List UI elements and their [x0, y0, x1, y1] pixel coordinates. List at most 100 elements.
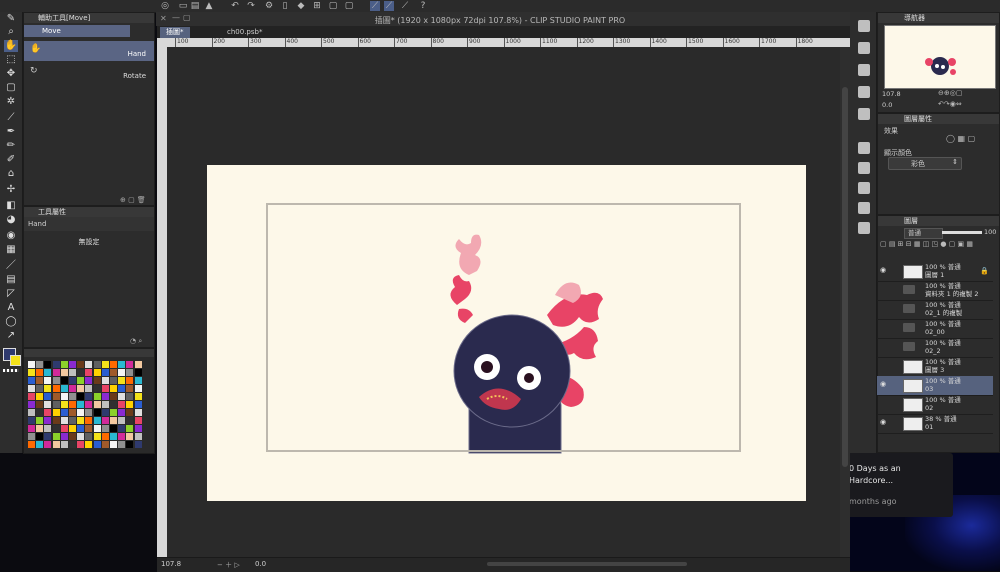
status-angle-value[interactable]: 0.0	[255, 560, 266, 568]
color-swatch[interactable]	[110, 425, 117, 432]
color-swatch[interactable]	[44, 377, 52, 384]
color-swatch[interactable]	[36, 401, 44, 408]
eye-icon[interactable]: ◉	[880, 267, 887, 274]
selection-tool-icon[interactable]: ▢	[4, 82, 18, 94]
color-swatch[interactable]	[110, 441, 117, 448]
color-swatch[interactable]	[60, 441, 68, 448]
color-swatch[interactable]	[52, 393, 60, 400]
color-swatch[interactable]	[134, 441, 142, 448]
clear-icon[interactable]: ▯	[280, 1, 290, 11]
color-swatch[interactable]	[77, 377, 85, 384]
navigator-preview[interactable]	[884, 25, 996, 89]
color-swatch[interactable]	[134, 425, 142, 432]
quick-access-dock-icon[interactable]	[858, 202, 870, 214]
color-swatch[interactable]	[44, 369, 52, 376]
color-swatch[interactable]	[44, 417, 52, 424]
eye-icon[interactable]	[880, 305, 887, 312]
color-swatch[interactable]	[110, 361, 117, 368]
color-swatch[interactable]	[101, 425, 109, 432]
color-swatch[interactable]	[93, 393, 101, 400]
opacity-value[interactable]: 100	[984, 228, 996, 236]
color-swatch[interactable]	[69, 361, 76, 368]
help-icon[interactable]: ?	[418, 1, 428, 11]
fill-icon[interactable]: ◆	[296, 1, 306, 11]
color-swatch[interactable]	[93, 441, 101, 448]
color-swatch[interactable]	[28, 441, 35, 448]
color-swatch[interactable]	[44, 401, 52, 408]
color-swatch[interactable]	[36, 433, 44, 440]
window-close-icon[interactable]: ✕	[160, 14, 167, 23]
layer-row[interactable]: 100 % 普通 圖層 3	[877, 357, 993, 377]
color-swatch[interactable]	[69, 369, 76, 376]
sub-color-swatch[interactable]	[10, 355, 21, 366]
color-swatch[interactable]	[85, 369, 93, 376]
color-swatch[interactable]	[110, 377, 117, 384]
color-swatch[interactable]	[101, 377, 109, 384]
eye-icon[interactable]	[880, 400, 887, 407]
color-swatch[interactable]	[101, 393, 109, 400]
color-swatch[interactable]	[52, 361, 60, 368]
color-swatch[interactable]	[69, 441, 76, 448]
auto-select-icon[interactable]: ✲	[4, 96, 18, 108]
color-swatch[interactable]	[118, 417, 126, 424]
color-swatch[interactable]	[36, 409, 44, 416]
figure-tool-icon[interactable]: ／	[4, 260, 18, 272]
color-swatch[interactable]	[69, 401, 76, 408]
color-swatch[interactable]	[36, 425, 44, 432]
color-swatch[interactable]	[134, 385, 142, 392]
eye-icon[interactable]	[880, 362, 887, 369]
color-swatch[interactable]	[93, 425, 101, 432]
color-swatch[interactable]	[126, 425, 134, 432]
hand-tool-icon[interactable]: ✋	[4, 40, 18, 52]
color-swatch-grid[interactable]	[28, 361, 144, 449]
color-swatch[interactable]	[44, 409, 52, 416]
color-swatch[interactable]	[93, 369, 101, 376]
color-swatch[interactable]	[85, 425, 93, 432]
color-swatch[interactable]	[110, 417, 117, 424]
balloon-tool-icon[interactable]: ◯	[4, 316, 18, 328]
color-swatch[interactable]	[36, 385, 44, 392]
layer-row[interactable]: 100 % 普通 資料夾 1 的複製 2	[877, 281, 993, 301]
color-swatch[interactable]	[93, 401, 101, 408]
color-swatch[interactable]	[69, 417, 76, 424]
color-swatch[interactable]	[44, 393, 52, 400]
selection-icon[interactable]: ▢	[328, 1, 338, 11]
eraser-tool-icon[interactable]: ◧	[4, 200, 18, 212]
color-swatch[interactable]	[134, 377, 142, 384]
color-swatch[interactable]	[126, 385, 134, 392]
sub-tool-group-tab[interactable]: Move	[24, 25, 130, 37]
color-swatch[interactable]	[28, 385, 35, 392]
window-minimize-icon[interactable]: —	[172, 13, 180, 22]
color-swatch[interactable]	[85, 393, 93, 400]
color-swatch[interactable]	[36, 377, 44, 384]
save-icon[interactable]: ▲	[204, 1, 214, 11]
ruler-tool-icon[interactable]: ◸	[4, 288, 18, 300]
eyedropper-icon[interactable]: ⟋	[4, 112, 18, 124]
effect-icons[interactable]: ◯ ▦ ▢	[946, 134, 975, 143]
vertical-scrollbar[interactable]	[840, 47, 850, 557]
color-swatch[interactable]	[77, 433, 85, 440]
gradient-tool-icon[interactable]: ▦	[4, 244, 18, 256]
color-swatch[interactable]	[77, 401, 85, 408]
pen-tool-icon[interactable]: ✒	[4, 126, 18, 138]
eye-icon[interactable]	[880, 343, 887, 350]
color-swatch[interactable]	[60, 417, 68, 424]
color-swatch[interactable]	[101, 417, 109, 424]
tab-ch00[interactable]: ch00.psb*	[221, 27, 268, 38]
transparent-color-swatch[interactable]	[3, 369, 19, 372]
color-swatch[interactable]	[126, 401, 134, 408]
new-file-icon[interactable]: ▭	[178, 1, 188, 11]
eye-icon[interactable]: ◉	[880, 381, 887, 388]
sub-tool-footer-icons[interactable]: ⊕ ▢ 🗑	[120, 196, 146, 204]
color-swatch[interactable]	[101, 401, 109, 408]
color-swatch[interactable]	[69, 393, 76, 400]
layer-row[interactable]: 100 % 普通 02_00	[877, 319, 993, 339]
video-notification-card[interactable]: 0 Days as an Hardcore... months ago	[845, 453, 953, 517]
color-swatch[interactable]	[101, 409, 109, 416]
color-swatch[interactable]	[101, 441, 109, 448]
color-swatch[interactable]	[69, 385, 76, 392]
color-swatch[interactable]	[77, 385, 85, 392]
frame-tool-icon[interactable]: ▤	[4, 274, 18, 286]
color-swatch[interactable]	[60, 409, 68, 416]
color-swatch[interactable]	[28, 409, 35, 416]
